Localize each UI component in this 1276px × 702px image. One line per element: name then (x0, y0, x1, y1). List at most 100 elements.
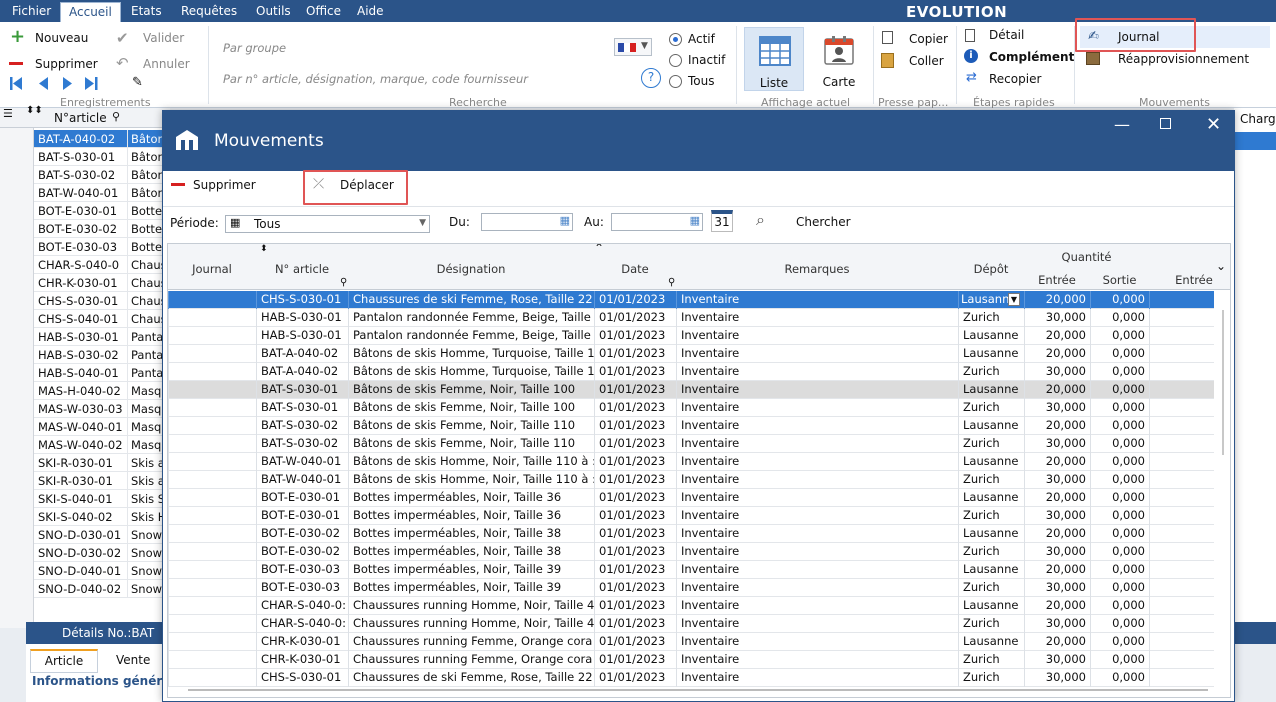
list-item[interactable]: SNO-D-040-02 Snowl (34, 580, 170, 598)
group-search-input[interactable]: Par groupe (223, 41, 286, 55)
detail-button[interactable]: Détail (989, 28, 1024, 42)
calendar-icon[interactable]: ▦ (690, 214, 700, 227)
list-item[interactable]: BOT-E-030-02 Bottes (34, 220, 170, 238)
table-row[interactable]: BAT-W-040-01 Bâtons de skis Homme, Noir, … (168, 453, 1214, 471)
list-item[interactable]: SKI-S-040-01 Skis S (34, 490, 170, 508)
edit-icon[interactable]: ✎ (132, 75, 143, 90)
article-column-header[interactable]: N°article (54, 111, 107, 125)
nouveau-button[interactable]: Nouveau (35, 31, 88, 45)
list-item[interactable]: SKI-R-030-01 Skis a (34, 454, 170, 472)
column-entree-2[interactable]: Entrée (1172, 273, 1216, 287)
list-item[interactable]: MAS-W-030-03 Masqu (34, 400, 170, 418)
list-item[interactable]: BAT-S-030-02 Bâton (34, 166, 170, 184)
list-item[interactable]: CHS-S-040-01 Chaus (34, 310, 170, 328)
recopier-button[interactable]: Recopier (989, 72, 1041, 86)
periode-select[interactable]: ▦ Tous ▼ (225, 215, 430, 233)
search-icon[interactable]: ⌕ (756, 210, 765, 230)
list-item[interactable]: BOT-E-030-01 Bottes (34, 202, 170, 220)
list-item[interactable]: HAB-S-040-01 Panta (34, 364, 170, 382)
list-item[interactable]: BOT-E-030-03 Bottes (34, 238, 170, 256)
list-item[interactable]: BAT-A-040-02 Bâton (34, 130, 170, 148)
menu-requetes[interactable]: Requêtes (181, 4, 237, 18)
menu-outils[interactable]: Outils (256, 4, 291, 18)
list-item[interactable]: SKI-R-030-01 Skis a (34, 472, 170, 490)
minimize-icon[interactable]: — (1114, 115, 1130, 134)
maximize-icon[interactable] (1160, 118, 1171, 129)
table-row[interactable]: CHAR-S-040-0: Chaussures running Homme, N… (168, 597, 1214, 615)
column-entree[interactable]: Entrée (1024, 273, 1090, 287)
list-item[interactable]: MAS-H-040-02 Masqu (34, 382, 170, 400)
menu-office[interactable]: Office (306, 4, 341, 18)
depot-dropdown-arrow[interactable]: ▼ (1008, 293, 1020, 306)
list-item[interactable]: MAS-W-040-02 Masqu (34, 436, 170, 454)
list-item[interactable]: SKI-S-040-02 Skis H (34, 508, 170, 526)
supprimer-button[interactable]: Supprimer (35, 57, 98, 71)
calendar-today-icon[interactable]: 31 (711, 210, 733, 232)
table-row[interactable]: BAT-S-030-01 Bâtons de skis Femme, Noir, … (168, 399, 1214, 417)
close-icon[interactable]: ✕ (1206, 114, 1221, 135)
table-row[interactable]: CHR-K-030-01 Chaussures running Femme, Or… (168, 651, 1214, 669)
tab-article[interactable]: Article (30, 649, 98, 673)
list-item[interactable]: HAB-S-030-01 Panta (34, 328, 170, 346)
actif-radio[interactable] (669, 33, 682, 46)
table-row[interactable]: CHS-S-030-01 Chaussures de ski Femme, Ros… (168, 291, 1214, 309)
scroll-thumb[interactable] (1222, 310, 1224, 455)
horizontal-scrollbar[interactable] (188, 689, 1208, 691)
copier-button[interactable]: Copier (909, 32, 948, 46)
chercher-button[interactable]: Chercher (796, 215, 851, 229)
table-row[interactable]: HAB-S-030-01 Pantalon randonnée Femme, Be… (168, 327, 1214, 345)
list-item[interactable]: CHS-S-030-01 Chaus (34, 292, 170, 310)
column-date[interactable]: Date (594, 262, 676, 276)
list-item[interactable]: HAB-S-030-02 Panta (34, 346, 170, 364)
column-designation[interactable]: Désignation (348, 262, 594, 276)
table-row[interactable]: BOT-E-030-01 Bottes imperméables, Noir, T… (168, 489, 1214, 507)
table-row[interactable]: CHS-S-030-01 Chaussures de ski Femme, Ros… (168, 669, 1214, 687)
menu-etats[interactable]: Etats (131, 4, 162, 18)
carte-view-button[interactable]: Carte (809, 27, 869, 91)
list-item[interactable]: SNO-D-040-01 Snowl (34, 562, 170, 580)
table-row[interactable]: HAB-S-030-01 Pantalon randonnée Femme, Be… (168, 309, 1214, 327)
list-menu-icon[interactable]: ☰ (3, 107, 13, 120)
tous-radio[interactable] (669, 75, 682, 88)
table-row[interactable]: BOT-E-030-03 Bottes imperméables, Noir, T… (168, 561, 1214, 579)
table-row[interactable]: BAT-W-040-01 Bâtons de skis Homme, Noir, … (168, 471, 1214, 489)
table-row[interactable]: CHR-K-030-01 Chaussures running Femme, Or… (168, 633, 1214, 651)
au-date-input[interactable]: ▦ (611, 213, 703, 231)
article-search-input[interactable]: Par n° article, désignation, marque, cod… (223, 72, 528, 86)
valider-button[interactable]: Valider (143, 31, 184, 45)
column-journal[interactable]: Journal (168, 262, 256, 276)
language-select[interactable]: ▼ (614, 38, 652, 56)
liste-view-button[interactable]: Liste (744, 27, 804, 91)
du-date-input[interactable]: ▦ (481, 213, 573, 231)
list-item[interactable]: SNO-D-030-01 Snowl (34, 526, 170, 544)
column-sortie[interactable]: Sortie (1090, 273, 1149, 287)
annuler-button[interactable]: Annuler (143, 57, 190, 71)
list-item[interactable]: MAS-W-040-01 Masqu (34, 418, 170, 436)
menu-fichier[interactable]: Fichier (12, 4, 51, 18)
help-icon[interactable]: ? (641, 68, 661, 88)
list-item[interactable]: CHAR-S-040-0 Chaus (34, 256, 170, 274)
inactif-radio[interactable] (669, 54, 682, 67)
coller-button[interactable]: Coller (909, 54, 944, 68)
table-row[interactable]: BAT-S-030-02 Bâtons de skis Femme, Noir, … (168, 435, 1214, 453)
table-row[interactable]: BAT-S-030-02 Bâtons de skis Femme, Noir, … (168, 417, 1214, 435)
column-remarques[interactable]: Remarques (676, 262, 958, 276)
menu-aide[interactable]: Aide (357, 4, 384, 18)
vertical-scrollbar[interactable] (1216, 290, 1230, 697)
table-row[interactable]: BOT-E-030-03 Bottes imperméables, Noir, T… (168, 579, 1214, 597)
list-item[interactable]: BAT-S-030-01 Bâton (34, 148, 170, 166)
table-row[interactable]: BOT-E-030-02 Bottes imperméables, Noir, T… (168, 525, 1214, 543)
list-item[interactable]: SNO-D-030-02 Snowl (34, 544, 170, 562)
list-item[interactable]: CHR-K-030-01 Chaus (34, 274, 170, 292)
column-depot[interactable]: Dépôt (958, 262, 1024, 276)
complement-button[interactable]: Complément (989, 50, 1074, 64)
table-row[interactable]: BAT-A-040-02 Bâtons de skis Homme, Turquo… (168, 363, 1214, 381)
menu-accueil[interactable]: Accueil (60, 2, 121, 22)
reappro-button[interactable]: Réapprovisionnement (1118, 52, 1249, 66)
table-row[interactable]: CHAR-S-040-0: Chaussures running Homme, N… (168, 615, 1214, 633)
table-row[interactable]: BOT-E-030-01 Bottes imperméables, Noir, T… (168, 507, 1214, 525)
column-article[interactable]: N° article (256, 262, 348, 276)
table-row[interactable]: BAT-S-030-01 Bâtons de skis Femme, Noir, … (168, 381, 1214, 399)
table-row[interactable]: BOT-E-030-02 Bottes imperméables, Noir, T… (168, 543, 1214, 561)
calendar-icon[interactable]: ▦ (560, 214, 570, 227)
